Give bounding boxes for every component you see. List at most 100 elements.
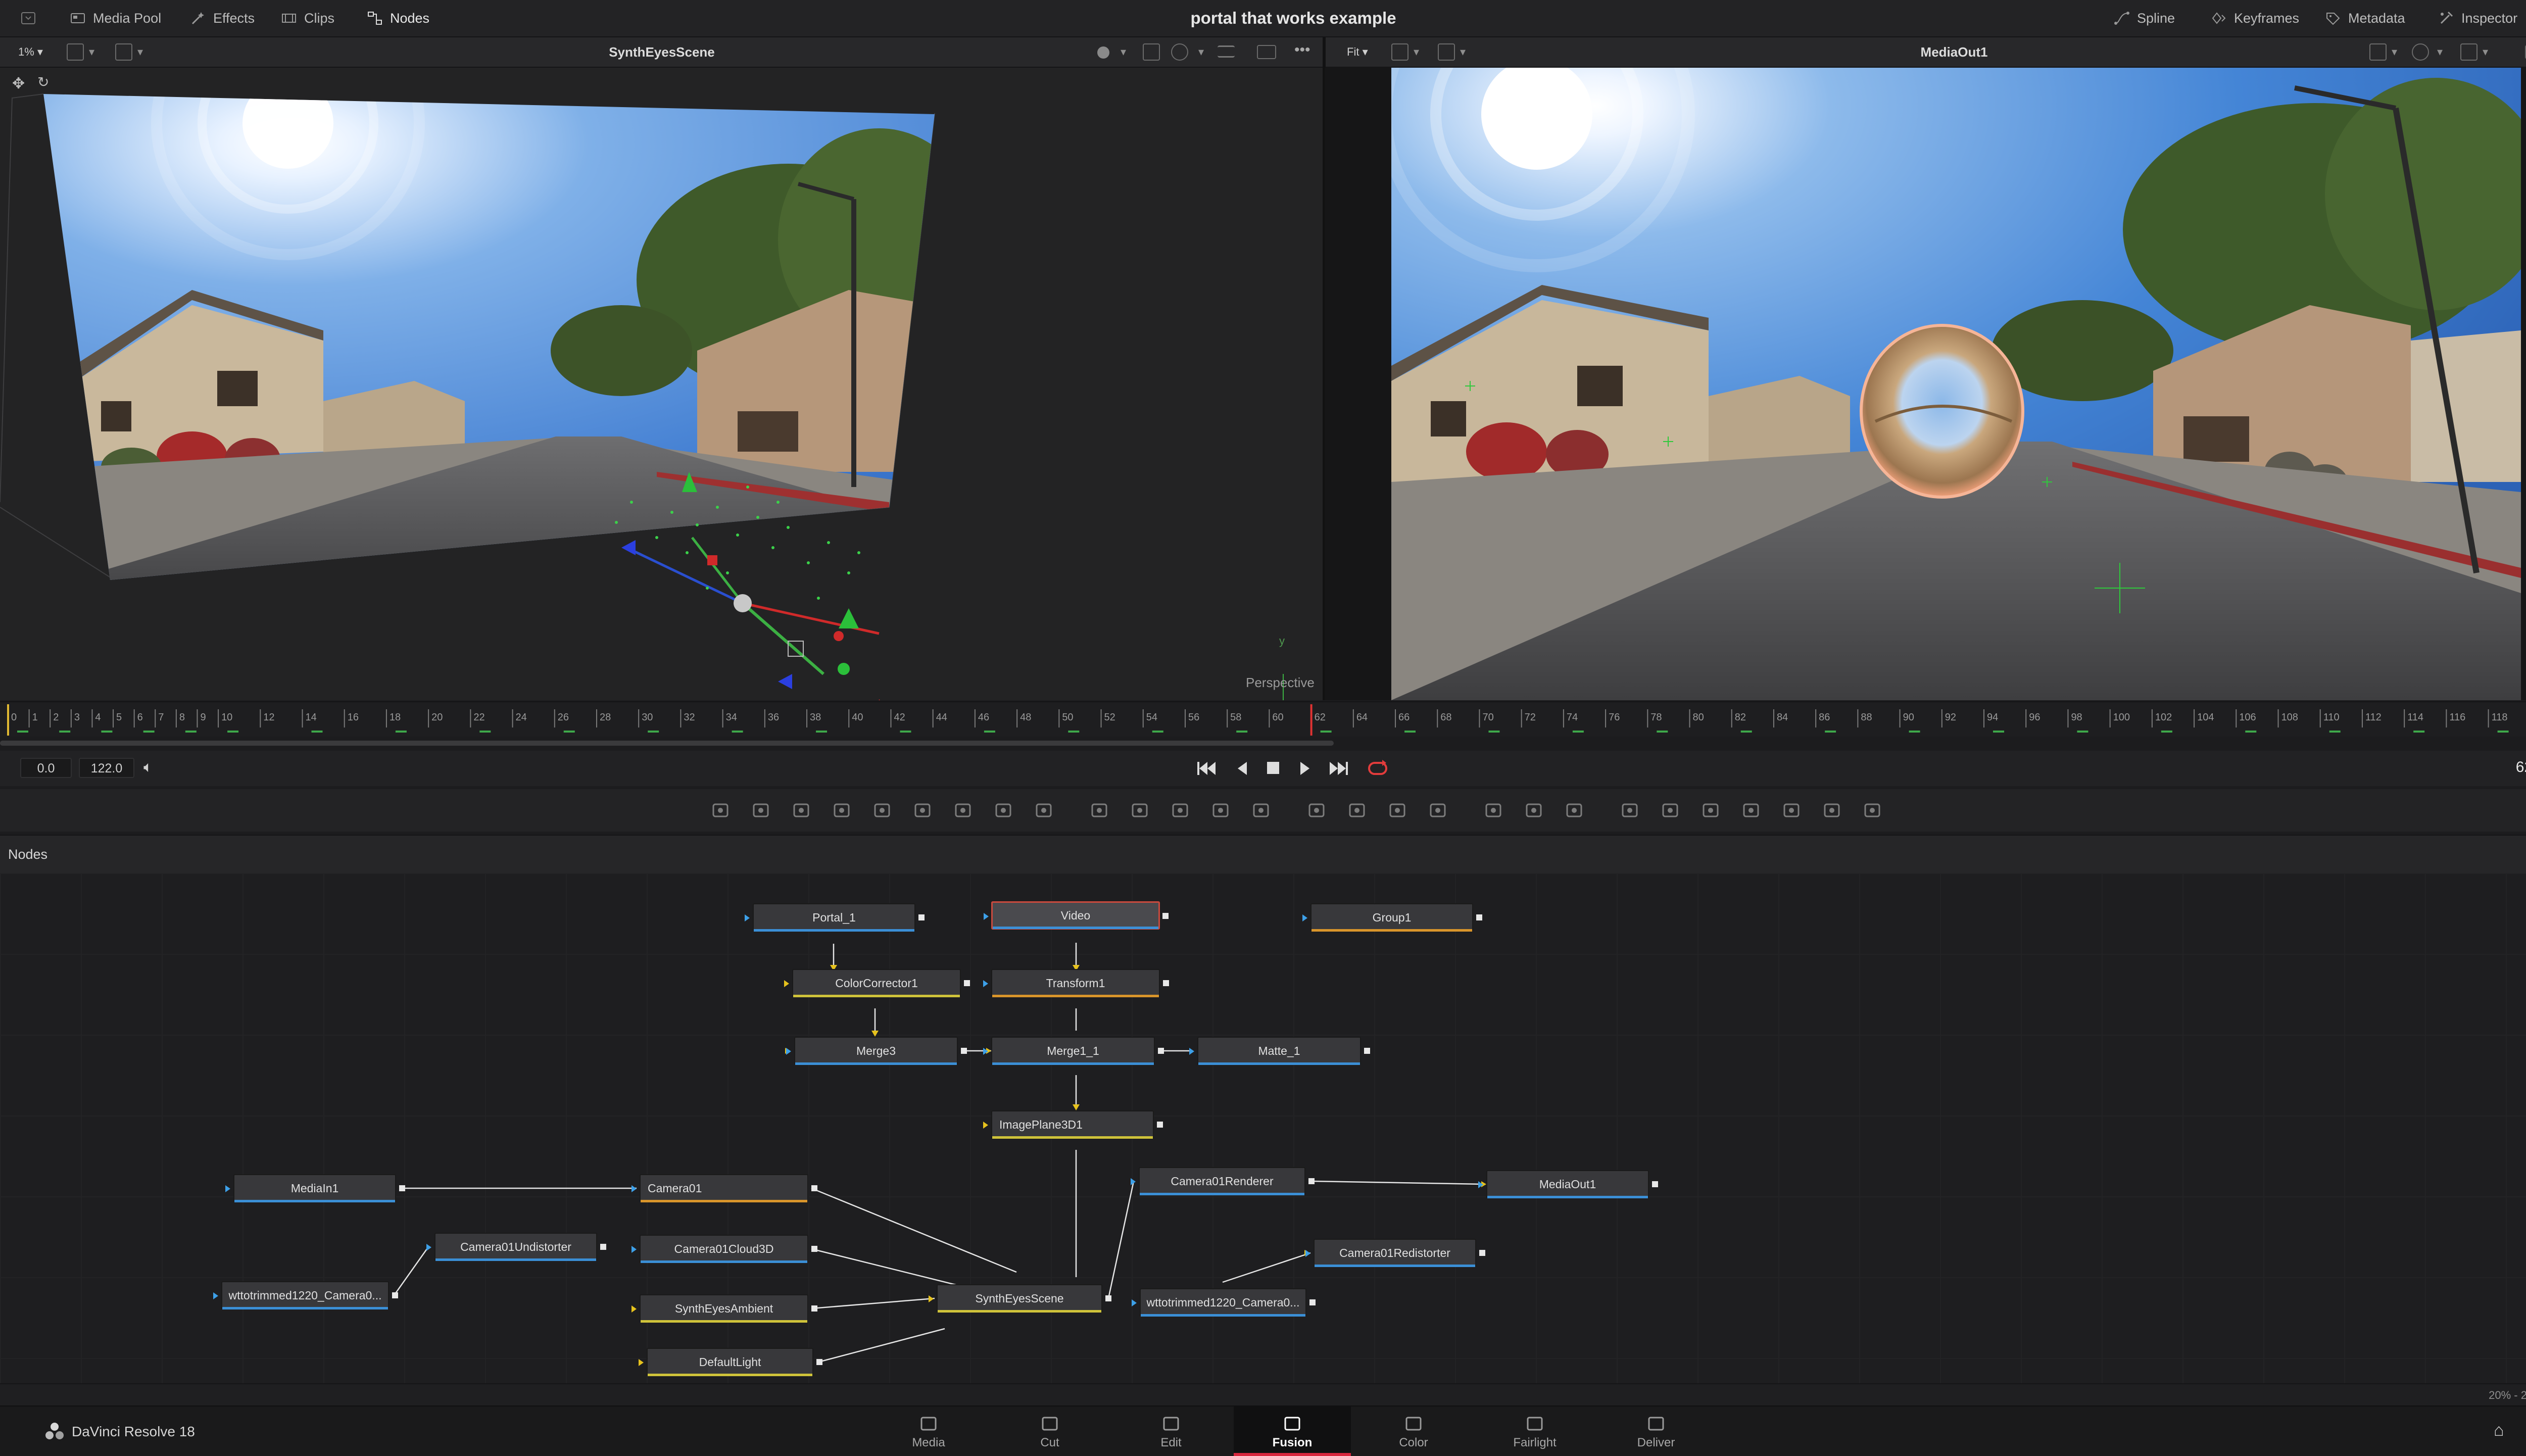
node-output-port[interactable]: [811, 1185, 817, 1191]
chevron-down-icon[interactable]: ▾: [2483, 44, 2488, 60]
chevron-down-icon[interactable]: ▾: [1121, 44, 1126, 60]
node-video[interactable]: Video: [984, 901, 1169, 930]
rectangle-mask-icon[interactable]: [1305, 799, 1328, 821]
node-output-port[interactable]: [816, 1359, 822, 1365]
node-renderer[interactable]: Camera01Renderer: [1131, 1167, 1315, 1195]
spline-button[interactable]: Spline: [2114, 0, 2175, 36]
node-cloud[interactable]: Camera01Cloud3D: [632, 1235, 817, 1263]
node-cc[interactable]: ColorCorrector1: [784, 969, 970, 997]
node-input-port[interactable]: [786, 1048, 791, 1055]
node-input-port[interactable]: [632, 1185, 637, 1192]
node-mediain[interactable]: MediaIn1: [225, 1174, 405, 1202]
go-to-start-icon[interactable]: [1197, 760, 1218, 777]
node-output-port[interactable]: [1158, 1048, 1164, 1054]
node-graph[interactable]: Portal_1 Video Group1 ColorCorrector1 Transf…: [0, 873, 2526, 1383]
node-output-port[interactable]: [1652, 1181, 1658, 1187]
light-3d-icon[interactable]: [1861, 799, 1883, 821]
node-input-port[interactable]: [983, 1122, 988, 1129]
chevron-down-icon[interactable]: ▾: [89, 44, 94, 60]
record-dot-icon[interactable]: [1097, 46, 1109, 59]
inspector-button[interactable]: Inspector: [2438, 0, 2517, 36]
snapshot-icon[interactable]: [2369, 43, 2387, 61]
node-matte[interactable]: Matte_1: [1189, 1037, 1370, 1065]
image-plane-3d-icon[interactable]: [1780, 799, 1803, 821]
snapshot-icon[interactable]: [1143, 43, 1160, 61]
grid-icon[interactable]: [2460, 43, 2478, 61]
node-input-port[interactable]: [225, 1185, 230, 1192]
background-icon[interactable]: [709, 799, 732, 821]
node-output-port[interactable]: [1479, 1250, 1485, 1256]
timeline-scrollbar[interactable]: [0, 741, 1334, 746]
node-input-port[interactable]: [213, 1292, 218, 1299]
loop-icon[interactable]: [1367, 759, 1388, 778]
page-tab-fairlight[interactable]: Fairlight: [1476, 1406, 1593, 1456]
page-tab-cut[interactable]: Cut: [991, 1406, 1108, 1456]
node-wtto2[interactable]: wttotrimmed1220_Camera0...: [1132, 1288, 1316, 1317]
right-viewer-output[interactable]: [1324, 68, 2526, 700]
node-input-port[interactable]: [1131, 1178, 1136, 1185]
move-tool-icon[interactable]: ✥: [12, 75, 25, 92]
play-forward-icon[interactable]: [1299, 761, 1310, 776]
node-merge3[interactable]: Merge3: [786, 1037, 967, 1065]
merge-icon[interactable]: [1088, 799, 1110, 821]
node-input-port[interactable]: [1189, 1048, 1194, 1055]
node-output-port[interactable]: [1309, 1299, 1316, 1305]
chevron-down-icon[interactable]: ▾: [137, 44, 143, 60]
left-viewer-3d-perspective[interactable]: y ✥ ↻ Perspective: [0, 68, 1323, 700]
chevron-down-icon[interactable]: ▾: [2437, 44, 2443, 60]
workspace-menu-button[interactable]: [20, 0, 36, 36]
clips-button[interactable]: Clips: [281, 0, 334, 36]
node-output-port[interactable]: [1162, 913, 1169, 919]
page-tab-media[interactable]: Media: [870, 1406, 987, 1456]
node-input-port[interactable]: [632, 1305, 637, 1313]
node-imageplane[interactable]: ImagePlane3D1: [983, 1110, 1163, 1139]
node-mediaout[interactable]: MediaOut1: [1478, 1170, 1658, 1198]
node-input-port[interactable]: [1478, 1181, 1483, 1188]
transform-icon[interactable]: [1209, 799, 1232, 821]
go-to-end-icon[interactable]: [1328, 760, 1348, 777]
node-input-port[interactable]: [1305, 1250, 1310, 1257]
node-input-port[interactable]: [983, 980, 988, 987]
node-output-port[interactable]: [1308, 1178, 1315, 1184]
node-output-port[interactable]: [811, 1246, 817, 1252]
node-output-port[interactable]: [399, 1185, 405, 1191]
node-output-port[interactable]: [392, 1292, 398, 1298]
node-output-port[interactable]: [961, 1048, 967, 1054]
node-output-port[interactable]: [1105, 1295, 1111, 1301]
chevron-down-icon[interactable]: ▾: [2392, 44, 2397, 60]
node-output-port[interactable]: [811, 1305, 817, 1312]
renderer-3d-icon[interactable]: [1821, 799, 1843, 821]
page-tab-deliver[interactable]: Deliver: [1597, 1406, 1715, 1456]
node-input-port[interactable]: [784, 980, 789, 987]
camera-3d-icon[interactable]: [1659, 799, 1681, 821]
chevron-down-icon[interactable]: ▾: [1460, 44, 1466, 60]
pdirectional-icon[interactable]: [1563, 799, 1585, 821]
emitter-icon[interactable]: [1482, 799, 1504, 821]
paint-icon[interactable]: [831, 799, 853, 821]
audio-speaker-icon[interactable]: 🔈︎: [143, 759, 153, 776]
rotate-view-icon[interactable]: ↻: [37, 74, 49, 90]
node-camera01[interactable]: Camera01: [632, 1174, 817, 1202]
lut-icon[interactable]: [1171, 43, 1188, 61]
node-output-port[interactable]: [964, 980, 970, 986]
single-view-icon[interactable]: [1257, 45, 1276, 59]
node-input-port[interactable]: [984, 913, 989, 920]
metadata-button[interactable]: Metadata: [2325, 0, 2405, 36]
merge-3d-icon[interactable]: [1129, 799, 1151, 821]
left-viewer-options-button[interactable]: [115, 43, 132, 61]
chevron-down-icon[interactable]: ▾: [1198, 44, 1204, 60]
shape-3d-icon[interactable]: [1619, 799, 1641, 821]
ellipse-mask-icon[interactable]: [1346, 799, 1368, 821]
media-pool-button[interactable]: Media Pool: [70, 0, 161, 36]
merge-3d-tool-icon[interactable]: [1740, 799, 1762, 821]
text-3d-icon[interactable]: [1699, 799, 1722, 821]
page-tab-fusion[interactable]: Fusion: [1234, 1406, 1351, 1456]
node-portal[interactable]: Portal_1: [745, 903, 925, 932]
page-tab-color[interactable]: Color: [1355, 1406, 1472, 1456]
node-input-port[interactable]: [426, 1244, 431, 1251]
lut-icon[interactable]: [2412, 43, 2429, 61]
node-group[interactable]: Group1: [1302, 903, 1482, 932]
right-viewer-zoom[interactable]: Fit ▾: [1347, 44, 1368, 60]
node-redistorter[interactable]: Camera01Redistorter: [1305, 1239, 1485, 1267]
effects-button[interactable]: Effects: [190, 0, 255, 36]
